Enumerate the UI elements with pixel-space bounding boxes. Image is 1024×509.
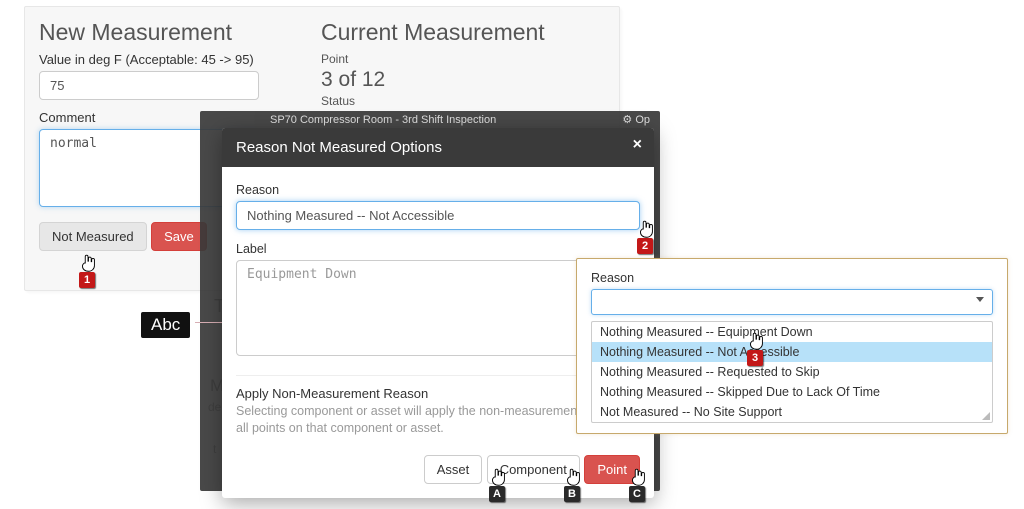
point-label: Point <box>321 52 601 66</box>
reason-dropdown-panel: Reason Nothing Measured -- Equipment Dow… <box>576 258 1008 434</box>
abc-badge: Abc <box>141 312 190 338</box>
not-measured-button[interactable]: Not Measured <box>39 222 147 251</box>
reason-option[interactable]: Nothing Measured -- Equipment Down <box>592 322 992 342</box>
reason-option[interactable]: Nothing Measured -- Not Accessible <box>592 342 992 362</box>
resize-handle-icon <box>982 412 990 420</box>
value-label: Value in deg F (Acceptable: 45 -> 95) <box>39 52 303 67</box>
reason-option[interactable]: Nothing Measured -- Requested to Skip <box>592 362 992 382</box>
reason-option[interactable]: Not Measured -- No Site Support <box>592 402 992 422</box>
reason-options-list[interactable]: Nothing Measured -- Equipment Down Nothi… <box>591 321 993 423</box>
breadcrumb-text: SP70 Compressor Room - 3rd Shift Inspect… <box>200 111 660 126</box>
modal-title: Reason Not Measured Options <box>236 139 442 156</box>
point-button[interactable]: Point <box>584 455 640 484</box>
annotation-line <box>195 322 223 323</box>
new-measurement-title: New Measurement <box>39 19 303 46</box>
asset-button[interactable]: Asset <box>424 455 483 484</box>
reason-option[interactable]: Nothing Measured -- Skipped Due to Lack … <box>592 382 992 402</box>
component-button[interactable]: Component <box>487 455 580 484</box>
value-input[interactable] <box>39 71 259 100</box>
reason-select[interactable] <box>591 289 993 315</box>
reason-pop-label: Reason <box>591 271 993 285</box>
gear-icon: ⚙ Op <box>622 113 650 126</box>
status-label: Status <box>321 94 601 108</box>
current-measurement-title: Current Measurement <box>321 19 601 46</box>
close-icon[interactable]: × <box>633 137 642 153</box>
modal-header: Reason Not Measured Options × <box>222 128 654 167</box>
point-value: 3 of 12 <box>321 68 601 92</box>
label-label: Label <box>236 242 640 256</box>
chevron-down-icon <box>976 297 984 302</box>
reason-input[interactable] <box>236 201 640 230</box>
reason-label: Reason <box>236 183 640 197</box>
save-button[interactable]: Save <box>151 222 207 251</box>
